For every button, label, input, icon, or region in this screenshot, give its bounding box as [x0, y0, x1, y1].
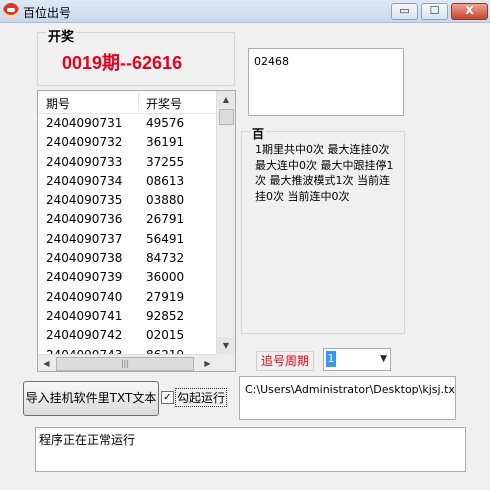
row-period: 2404090742: [46, 328, 123, 343]
list-rows: 2404090731 49576 2404090732 36191 24040907…: [38, 114, 216, 365]
hundreds-caption: 百: [250, 125, 267, 142]
list-row[interactable]: 2404090733 37255: [38, 153, 216, 172]
maximize-button[interactable]: ☐: [421, 3, 448, 20]
column-divider: [138, 93, 139, 111]
row-number: 08613: [146, 173, 185, 188]
row-number: 36000: [146, 270, 185, 285]
numbers-text: 02468: [254, 55, 289, 68]
list-row[interactable]: 2404090740 27919: [38, 288, 216, 307]
numbers-textbox[interactable]: 02468: [248, 48, 404, 116]
file-path-textbox[interactable]: C:\Users\Administrator\Desktop\kjsj.tx: [239, 376, 456, 420]
column-header-period[interactable]: 期号: [46, 95, 70, 112]
row-period: 2404090736: [46, 212, 123, 227]
horizontal-scrollbar[interactable]: ◀ ||| ▶: [38, 354, 216, 371]
hundreds-stats-text: 1期里共中0次 最大连挂0次 最大连中0次 最大中跟挂停1次 最大推波模式1次 …: [255, 143, 394, 203]
row-number: 37255: [146, 154, 185, 169]
chase-period-select[interactable]: 1 ▼: [323, 348, 391, 371]
row-period: 2404090733: [46, 154, 123, 169]
draw-history-list[interactable]: 期号 开奖号 2404090731 49576 2404090732 36191 2…: [37, 90, 236, 372]
row-number: 49576: [146, 116, 185, 130]
title-bar: 百位出号 ▭ ☐ X: [0, 0, 490, 23]
status-text: 程序正在正常运行: [39, 433, 136, 447]
row-period: 2404090735: [46, 193, 123, 208]
close-button[interactable]: X: [451, 3, 488, 20]
main-window: 百位出号 ▭ ☐ X 开奖 0019期--62616 期号 开奖号 240409…: [0, 0, 490, 490]
row-number: 26791: [146, 212, 185, 227]
open-result-caption: 开奖: [46, 26, 77, 45]
list-row[interactable]: 2404090734 08613: [38, 172, 216, 191]
scroll-right-arrow-icon[interactable]: ▶: [199, 355, 216, 371]
chase-period-value: 1: [326, 351, 336, 367]
scroll-up-arrow-icon[interactable]: ▲: [217, 91, 235, 108]
app-icon: [3, 3, 19, 19]
list-row[interactable]: 2404090739 36000: [38, 268, 216, 287]
row-number: 92852: [146, 308, 185, 323]
list-row[interactable]: 2404090738 84732: [38, 249, 216, 268]
open-result-group: 开奖 0019期--62616: [37, 26, 235, 86]
import-txt-button[interactable]: 导入挂机软件里TXT文本: [23, 381, 159, 416]
auto-run-checkbox[interactable]: ✓: [161, 391, 174, 404]
row-number: 56491: [146, 231, 185, 246]
row-number: 02015: [146, 328, 185, 343]
row-period: 2404090739: [46, 270, 123, 285]
vertical-scroll-thumb[interactable]: [219, 109, 234, 125]
status-textbox[interactable]: 程序正在正常运行: [35, 427, 466, 472]
row-period: 2404090732: [46, 135, 123, 150]
dropdown-arrow-icon[interactable]: ▼: [380, 355, 387, 364]
horizontal-scroll-thumb[interactable]: |||: [56, 357, 194, 371]
vertical-scrollbar[interactable]: ▲ ▼: [216, 91, 235, 354]
scroll-left-arrow-icon[interactable]: ◀: [38, 355, 55, 371]
row-period: 2404090740: [46, 289, 123, 304]
auto-run-label[interactable]: 勾起运行: [175, 388, 228, 407]
list-row[interactable]: 2404090741 92852: [38, 307, 216, 326]
window-title: 百位出号: [23, 6, 72, 20]
list-row[interactable]: 2404090737 56491: [38, 230, 216, 249]
open-result-value: 0019期--62616: [62, 53, 183, 73]
row-number: 84732: [146, 251, 185, 266]
row-period: 2404090731: [46, 116, 123, 130]
file-path-text: C:\Users\Administrator\Desktop\kjsj.tx: [245, 383, 455, 396]
row-number: 27919: [146, 289, 185, 304]
scroll-corner: [216, 354, 235, 371]
list-row[interactable]: 2404090732 36191: [38, 133, 216, 152]
minimize-button[interactable]: ▭: [391, 3, 418, 20]
row-period: 2404090737: [46, 231, 123, 246]
row-period: 2404090738: [46, 251, 123, 266]
column-header-number[interactable]: 开奖号: [146, 95, 182, 112]
list-row[interactable]: 2404090735 03880: [38, 191, 216, 210]
row-period: 2404090734: [46, 173, 123, 188]
row-period: 2404090741: [46, 308, 123, 323]
hundreds-stats-group: 百 1期里共中0次 最大连挂0次 最大连中0次 最大中跟挂停1次 最大推波模式1…: [241, 125, 405, 334]
row-number: 36191: [146, 135, 185, 150]
chase-period-label: 追号周期: [256, 351, 314, 371]
list-row[interactable]: 2404090736 26791: [38, 210, 216, 229]
list-row[interactable]: 2404090731 49576: [38, 114, 216, 133]
list-header: 期号 开奖号: [38, 91, 216, 114]
scroll-down-arrow-icon[interactable]: ▼: [217, 337, 235, 354]
list-row[interactable]: 2404090742 02015: [38, 326, 216, 345]
row-number: 03880: [146, 193, 185, 208]
